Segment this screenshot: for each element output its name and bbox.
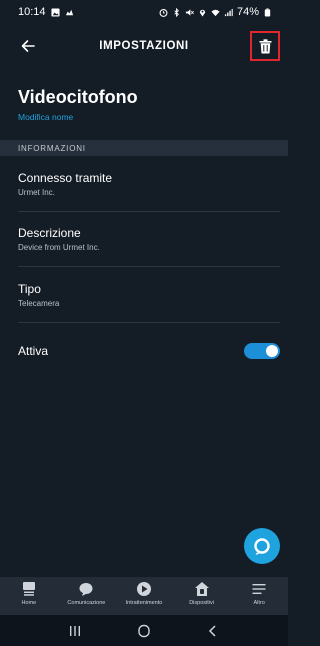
back-button[interactable] [14, 34, 42, 58]
app-header: IMPOSTAZIONI [0, 26, 288, 66]
nav-label: Home [21, 600, 37, 606]
status-bar: 10:14 74% [0, 0, 288, 24]
mute-icon [185, 8, 194, 17]
back-system-button[interactable] [201, 619, 225, 643]
info-row-subtitle: Device from Urmet Inc. [18, 243, 100, 252]
alexa-button[interactable] [244, 528, 280, 564]
chevron-left-icon [209, 624, 216, 637]
home-button[interactable] [132, 619, 156, 643]
battery-icon [263, 7, 272, 17]
info-row-type[interactable]: Tipo Telecamera [18, 282, 280, 308]
info-row-title: Tipo [18, 282, 41, 296]
system-nav-bar [0, 615, 288, 646]
nav-item-more[interactable]: Altro [230, 577, 288, 615]
recent-apps-icon [69, 625, 80, 636]
alarm-icon [159, 8, 168, 17]
delete-device-button[interactable] [250, 31, 280, 61]
status-time: 10:14 [18, 6, 46, 18]
nav-label: Altro [253, 600, 265, 606]
device-name: Videocitofono [18, 87, 138, 107]
active-toggle-row: Attiva [18, 340, 280, 362]
nav-item-home[interactable]: Home [0, 577, 58, 615]
menu-icon [252, 584, 266, 594]
divider [18, 322, 280, 323]
alexa-icon [254, 538, 270, 555]
toggle-knob [266, 345, 278, 357]
section-header-info: INFORMAZIONI [0, 140, 288, 156]
divider [18, 266, 280, 267]
nav-item-devices[interactable]: Dispositivi [173, 577, 231, 615]
rename-link[interactable]: Modifica nome [18, 112, 73, 122]
nav-label: Comunicazione [67, 600, 106, 606]
battery-level: 74% [236, 6, 259, 18]
info-row-title: Connesso tramite [18, 171, 113, 185]
wifi-icon [211, 8, 220, 17]
image-notification-icon [50, 7, 60, 17]
cloud-notification-icon [65, 8, 74, 17]
page-title: IMPOSTAZIONI [99, 40, 189, 52]
section-title: INFORMAZIONI [18, 143, 86, 153]
devices-icon [194, 582, 209, 596]
nav-label: Dispositivi [189, 600, 214, 606]
active-toggle-switch[interactable] [244, 343, 280, 359]
location-icon [198, 8, 207, 17]
info-row-description[interactable]: Descrizione Device from Urmet Inc. [18, 226, 280, 252]
info-row-subtitle: Telecamera [18, 299, 60, 308]
arrow-left-icon [21, 40, 35, 52]
trash-icon [259, 38, 271, 53]
bottom-nav: Home Comunicazione Intrattenimento Dispo… [0, 577, 288, 615]
nav-item-entertainment[interactable]: Intrattenimento [115, 577, 173, 615]
nav-item-communication[interactable]: Comunicazione [58, 577, 116, 615]
home-circle-icon [138, 624, 150, 637]
bluetooth-icon [172, 7, 181, 17]
nav-label: Intrattenimento [125, 600, 163, 606]
info-row-connected-via[interactable]: Connesso tramite Urmet Inc. [18, 171, 280, 197]
chat-icon [79, 583, 93, 596]
status-right: 74% [159, 6, 272, 18]
divider [18, 211, 280, 212]
active-toggle-label: Attiva [18, 344, 49, 358]
recent-apps-button[interactable] [63, 619, 87, 643]
info-row-subtitle: Urmet Inc. [18, 188, 55, 197]
info-row-title: Descrizione [18, 226, 81, 240]
home-icon [22, 582, 35, 596]
status-left: 10:14 [18, 6, 74, 18]
play-icon [136, 582, 151, 596]
signal-icon [224, 8, 233, 17]
